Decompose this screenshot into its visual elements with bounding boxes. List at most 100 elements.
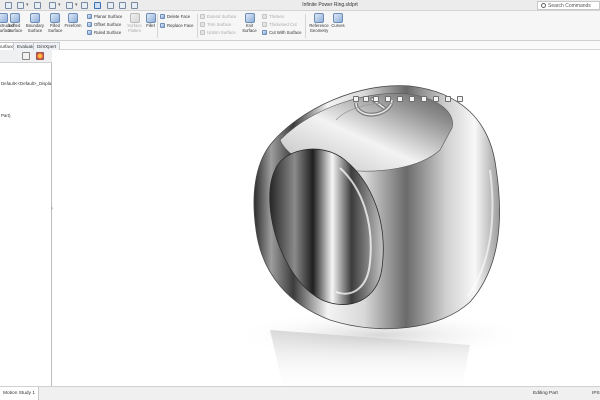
delete-face-label: Delete Face xyxy=(167,14,191,19)
tree-part-row[interactable]: Part) xyxy=(1,113,11,118)
tree-configuration-row[interactable]: Default<<Default>_Displa xyxy=(1,81,51,86)
planar-surface-label: Planar Surface xyxy=(94,14,123,19)
surface-flatten-button[interactable]: Surface Flatten xyxy=(125,13,144,33)
lofted-surface-button[interactable]: Lofted Surface xyxy=(8,13,23,33)
command-manager-tabs: Surfaces Evaluate DimXpert xyxy=(0,41,600,50)
thickened-cut-icon xyxy=(262,22,267,27)
cut-with-surface-button[interactable]: Cut With Surface xyxy=(262,30,301,36)
feature-manager-panel: Default<<Default>_Displa Part) xyxy=(0,50,52,386)
undo-dropdown-icon[interactable]: ▾ xyxy=(75,2,78,8)
title-bar: ▾ ▾ ▾ Infinite Power Ring.sldprt xyxy=(0,0,600,11)
print-dropdown-icon[interactable]: ▾ xyxy=(58,2,61,8)
new-file-icon[interactable] xyxy=(5,2,12,9)
offset-surface-icon xyxy=(87,22,92,27)
status-mode-text: Editing Part xyxy=(533,391,558,396)
section-view-icon[interactable] xyxy=(385,96,391,102)
edit-appearance-icon[interactable] xyxy=(433,96,439,102)
delete-face-icon xyxy=(160,14,165,19)
cut-with-surface-label: Cut With Surface xyxy=(269,30,302,35)
ruled-surface-icon xyxy=(87,30,92,35)
replace-face-button[interactable]: Replace Face xyxy=(160,23,194,29)
rebuild-icon[interactable] xyxy=(107,2,114,9)
extruded-surface-button[interactable]: Extruded Surface xyxy=(0,13,14,33)
lofted-surface-label: Lofted Surface xyxy=(8,23,23,33)
ribbon-separator xyxy=(305,14,306,38)
command-manager-ribbon: Extruded Surface Lofted Surface Boundary… xyxy=(0,11,600,41)
units-indicator[interactable]: IPS xyxy=(592,387,600,400)
print-icon[interactable] xyxy=(49,2,56,9)
freeform-icon xyxy=(68,13,78,23)
document-title: Infinite Power Ring.sldprt xyxy=(302,2,358,8)
ruled-surface-label: Ruled Surface xyxy=(94,30,122,35)
extruded-surface-icon xyxy=(0,13,8,23)
thickened-cut-button[interactable]: Thickened Cut xyxy=(262,22,297,28)
trim-surface-icon xyxy=(200,22,205,27)
boundary-surface-icon xyxy=(30,13,40,23)
cut-with-surface-icon xyxy=(262,30,267,35)
filled-surface-icon xyxy=(50,13,60,23)
trim-surface-button[interactable]: Trim Surface xyxy=(200,22,231,28)
untrim-surface-icon xyxy=(200,30,205,35)
knit-surface-button[interactable]: Knit Surface xyxy=(240,13,259,33)
untrim-surface-button[interactable]: Untrim Surface xyxy=(200,30,236,36)
search-commands-input[interactable] xyxy=(548,2,598,9)
fillet-label: Fillet xyxy=(146,23,155,28)
delete-face-button[interactable]: Delete Face xyxy=(160,14,190,20)
graphics-viewport[interactable] xyxy=(53,50,600,386)
status-bar: Motion Study 1 Editing Part IPS xyxy=(0,386,600,400)
surface-flatten-icon xyxy=(129,13,140,23)
extend-surface-button[interactable]: Extend Surface xyxy=(200,14,236,20)
undo-icon[interactable] xyxy=(66,2,73,9)
panel-tabs xyxy=(0,50,52,63)
boundary-surface-button[interactable]: Boundary Surface xyxy=(24,13,46,33)
open-file-icon[interactable] xyxy=(17,2,24,9)
freeform-button[interactable]: Freeform xyxy=(63,13,83,29)
offset-surface-label: Offset Surface xyxy=(94,22,122,27)
view-settings-icon[interactable] xyxy=(457,96,463,102)
reference-geometry-label: Reference Geometry xyxy=(309,23,329,33)
curves-icon xyxy=(333,13,343,23)
zoom-to-fit-icon[interactable] xyxy=(353,96,359,102)
freeform-label: Freeform xyxy=(64,23,82,28)
previous-view-icon[interactable] xyxy=(373,96,379,102)
appearance-icon[interactable] xyxy=(36,52,44,60)
filled-surface-label: Filled Surface xyxy=(48,23,63,33)
select-icon[interactable] xyxy=(94,2,101,9)
fillet-icon xyxy=(145,13,156,23)
knit-surface-icon xyxy=(244,13,255,23)
planar-surface-button[interactable]: Planar Surface xyxy=(87,14,122,20)
display-style-icon[interactable] xyxy=(409,96,415,102)
boundary-surface-label: Boundary Surface xyxy=(26,23,44,33)
reference-geometry-button[interactable]: Reference Geometry xyxy=(307,13,331,33)
replace-face-icon xyxy=(160,23,165,28)
display-manager-icon[interactable] xyxy=(22,52,30,60)
ring-model xyxy=(230,85,530,386)
curves-button[interactable]: Curves xyxy=(331,13,345,29)
thicken-button[interactable]: Thicken xyxy=(262,14,284,20)
search-icon xyxy=(541,3,546,8)
untrim-surface-label: Untrim Surface xyxy=(207,30,236,35)
view-orientation-icon[interactable] xyxy=(397,96,403,102)
search-commands-box[interactable] xyxy=(537,1,600,10)
save-icon[interactable] xyxy=(34,2,41,9)
redo-icon[interactable] xyxy=(81,2,88,9)
offset-surface-button[interactable]: Offset Surface xyxy=(87,22,121,28)
filled-surface-button[interactable]: Filled Surface xyxy=(48,13,62,33)
tab-motion-study[interactable]: Motion Study 1 xyxy=(0,387,39,400)
open-dropdown-icon[interactable]: ▾ xyxy=(26,2,29,8)
apply-scene-icon[interactable] xyxy=(445,96,451,102)
planar-surface-icon xyxy=(87,14,92,19)
options-gear-icon[interactable] xyxy=(131,2,138,9)
replace-face-label: Replace Face xyxy=(167,23,194,28)
file-properties-icon[interactable] xyxy=(119,2,126,9)
solidworks-window: ▾ ▾ ▾ Infinite Power Ring.sldprt Extrude… xyxy=(0,0,600,400)
heads-up-view-toolbar xyxy=(353,95,473,103)
hide-show-items-icon[interactable] xyxy=(421,96,427,102)
extend-surface-label: Extend Surface xyxy=(207,14,237,19)
thickened-cut-label: Thickened Cut xyxy=(269,22,297,27)
tab-dimxpert[interactable]: DimXpert xyxy=(33,42,61,50)
fillet-button[interactable]: Fillet xyxy=(145,13,156,29)
extend-surface-icon xyxy=(200,14,205,19)
zoom-area-icon[interactable] xyxy=(363,96,369,102)
ruled-surface-button[interactable]: Ruled Surface xyxy=(87,30,121,36)
